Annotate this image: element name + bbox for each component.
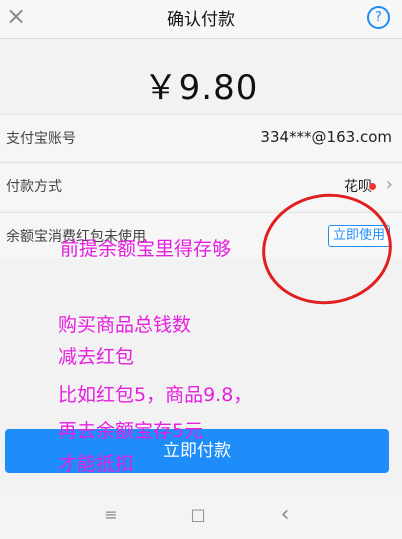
back-icon[interactable]: ‹ <box>275 504 295 526</box>
annotation-line: 减去红包 <box>58 346 135 368</box>
page-title: 确认付款 <box>167 10 235 30</box>
top-bar: × 确认付款 ? <box>0 0 402 39</box>
home-icon[interactable]: □ <box>188 505 208 525</box>
notification-dot <box>369 183 376 190</box>
annotation-line: 再去余额宝存5元 <box>58 420 204 442</box>
chevron-right-icon: › <box>385 174 393 195</box>
menu-icon[interactable]: ≡ <box>101 505 121 525</box>
annotation-line: 购买商品总钱数 <box>58 314 192 336</box>
system-navigation-bar: ≡ □ ‹ <box>0 495 402 539</box>
annotation-line: 比如红包5，商品9.8， <box>58 384 253 406</box>
payment-amount: ￥9.80 <box>143 68 259 108</box>
payment-method-value: 花呗 <box>344 179 372 195</box>
account-value: 334***@163.com <box>260 128 392 146</box>
account-row: 支付宝账号 334***@163.com <box>0 114 402 161</box>
account-label: 支付宝账号 <box>6 131 76 147</box>
annotation-line: 前提余额宝里得存够 <box>60 238 232 260</box>
payment-method-label: 付款方式 <box>6 179 62 195</box>
annotation-line: 才能抵扣 <box>58 453 135 475</box>
help-icon[interactable]: ? <box>367 6 390 29</box>
